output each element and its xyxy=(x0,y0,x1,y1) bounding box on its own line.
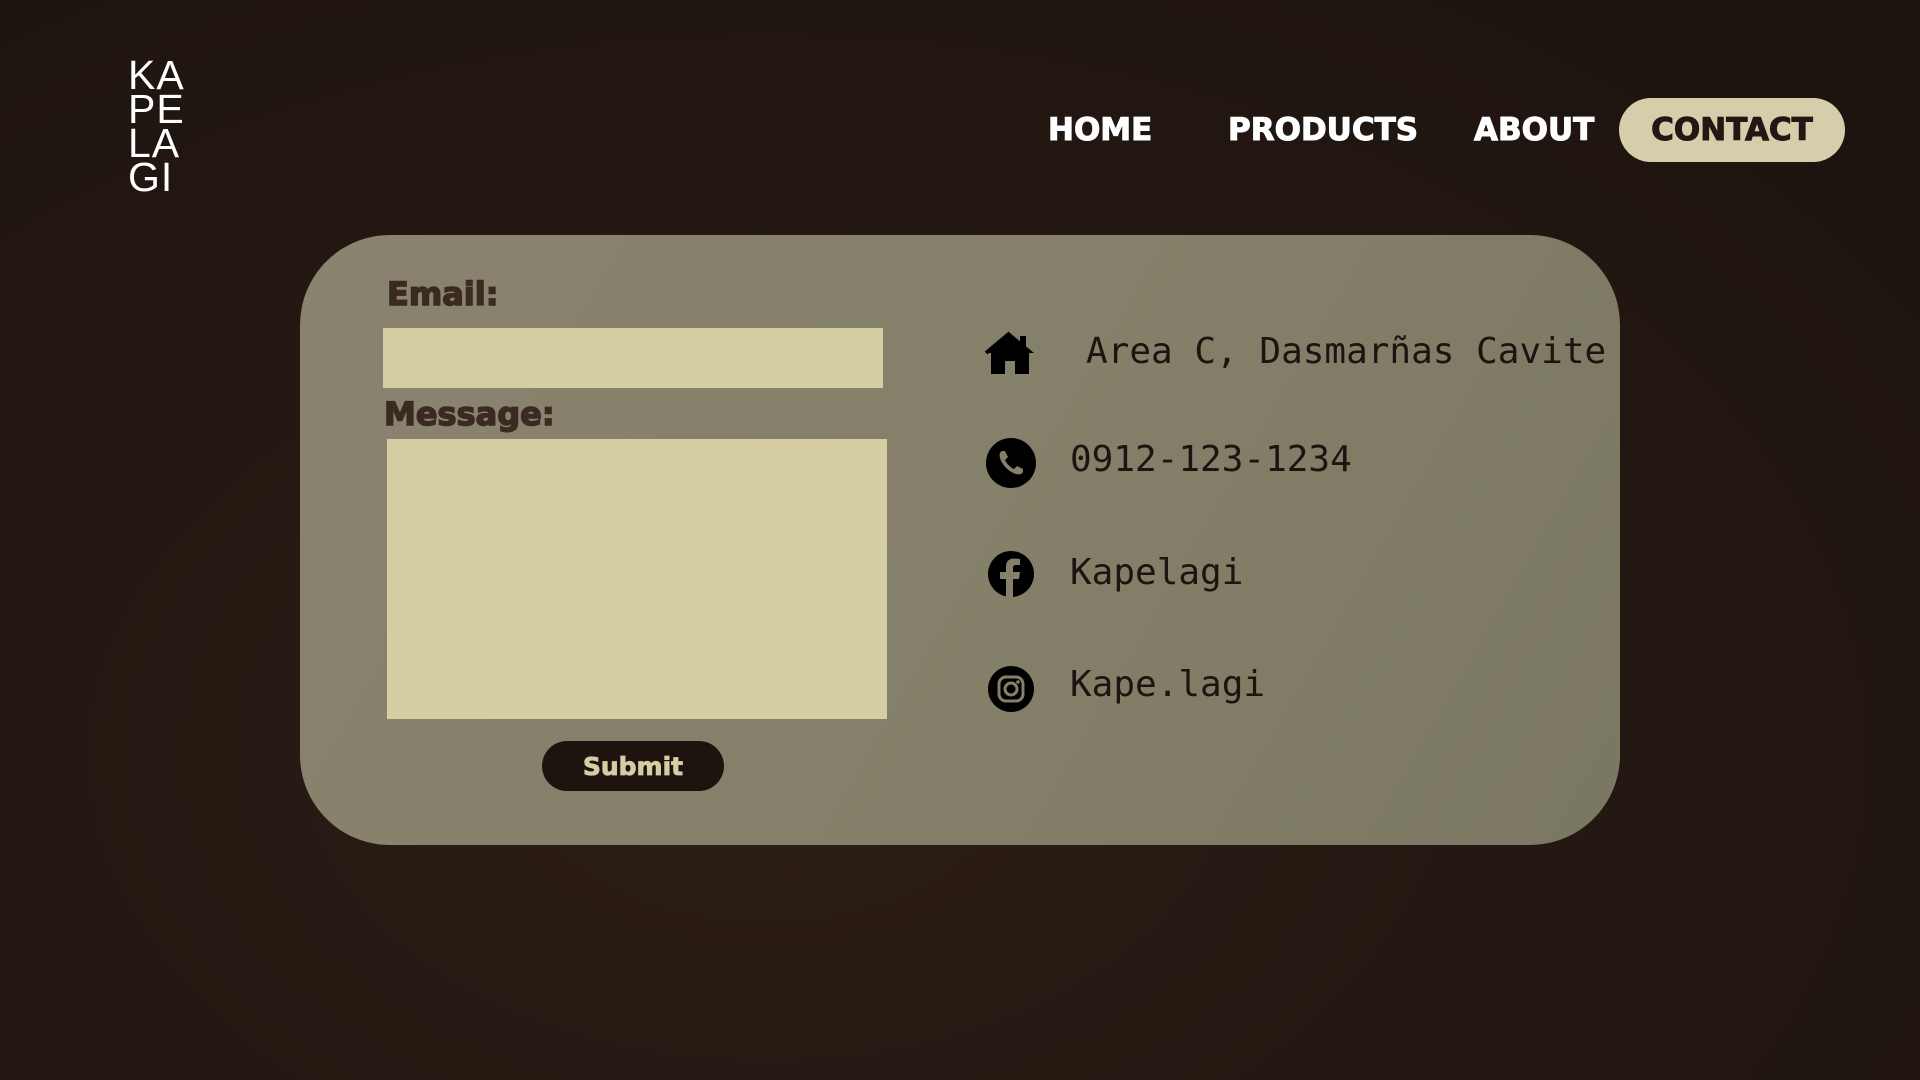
message-label: Message: xyxy=(383,394,555,434)
submit-button[interactable]: Submit xyxy=(542,741,724,791)
nav-contact-link[interactable]: CONTACT xyxy=(1619,98,1845,162)
home-icon xyxy=(984,328,1036,380)
address-text: Area C, Dasmarñas Cavite xyxy=(1086,331,1607,372)
email-label: Email: xyxy=(386,274,499,314)
facebook-icon[interactable] xyxy=(985,548,1037,600)
main-nav: HOME PRODUCTS ABOUT CONTACT xyxy=(0,98,1920,162)
nav-products-link[interactable]: PRODUCTS xyxy=(1227,98,1418,162)
instagram-link[interactable]: Kape.lagi xyxy=(1070,664,1265,705)
instagram-icon[interactable] xyxy=(985,663,1037,715)
phone-text: 0912-123-1234 xyxy=(1070,439,1352,480)
facebook-link[interactable]: Kapelagi xyxy=(1070,552,1243,593)
phone-icon xyxy=(985,437,1037,489)
nav-home-link[interactable]: HOME xyxy=(1047,98,1152,162)
email-field[interactable] xyxy=(383,328,883,388)
message-field[interactable] xyxy=(387,439,887,719)
nav-about-link[interactable]: ABOUT xyxy=(1473,98,1594,162)
contact-card: Email: Message: Submit Area C, Dasmarñas… xyxy=(300,235,1620,845)
